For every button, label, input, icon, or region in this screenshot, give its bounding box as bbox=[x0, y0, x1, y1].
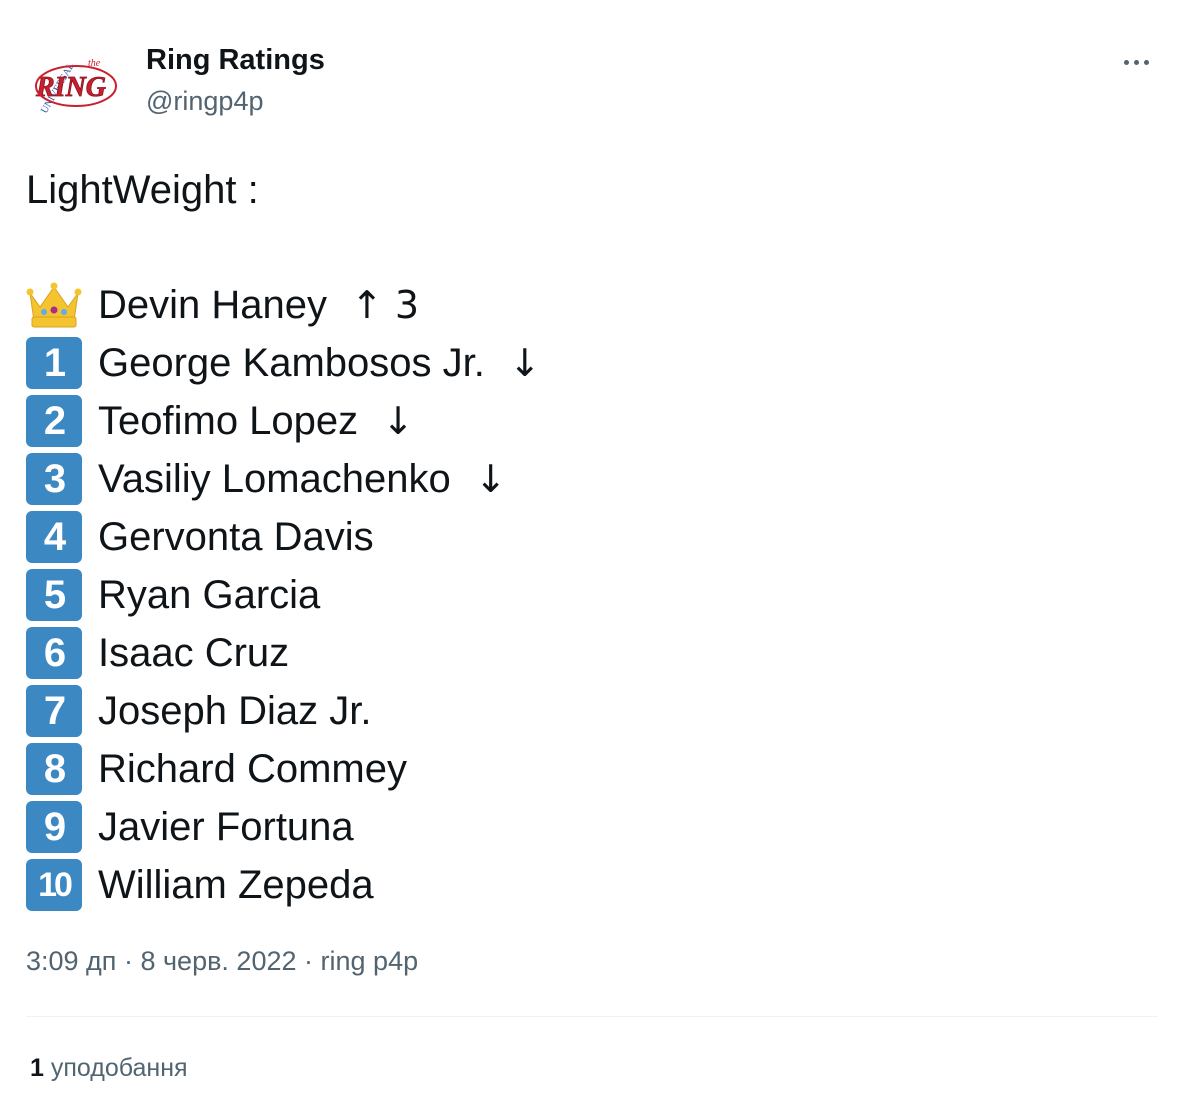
keycap-number-5-icon: 5 bbox=[26, 569, 82, 621]
ranking-row: 7 Joseph Diaz Jr. bbox=[26, 682, 1146, 740]
fighter-name: Teofimo Lopez bbox=[98, 398, 359, 443]
tweet-time-link[interactable]: 3:09 дп bbox=[26, 946, 116, 976]
rank-change: ↓ bbox=[474, 457, 507, 501]
ranking-row: 8 Richard Commey bbox=[26, 740, 1146, 798]
ranking-row-champion: Devin Haney ↑ 3 bbox=[26, 276, 1146, 334]
ranking-row: 2 Teofimo Lopez ↓ bbox=[26, 392, 1146, 450]
divider bbox=[26, 1016, 1158, 1017]
keycap-number-2-icon: 2 bbox=[26, 395, 82, 447]
keycap-number-3-icon: 3 bbox=[26, 453, 82, 505]
ring-magazine-logo-icon: UNIVERSAL the RING bbox=[35, 58, 117, 116]
author-display-name[interactable]: Ring Ratings bbox=[146, 44, 325, 77]
more-horizontal-icon bbox=[1123, 59, 1129, 65]
keycap-number-7-icon: 7 bbox=[26, 685, 82, 737]
fighter-name: George Kambosos Jr. bbox=[98, 340, 485, 385]
more-options-button[interactable] bbox=[1114, 44, 1158, 80]
likes-count-link[interactable]: 1 уподобання bbox=[30, 1054, 188, 1083]
ranking-row: 1 George Kambosos Jr. ↓ bbox=[26, 334, 1146, 392]
fighter-name: Devin Haney bbox=[98, 282, 328, 327]
crown-icon bbox=[26, 279, 82, 331]
rank-change: ↓ bbox=[382, 399, 414, 443]
tweet-header: UNIVERSAL the RING Ring Ratings @ringp4p bbox=[0, 0, 1184, 140]
fighter-name: Gervonta Davis bbox=[98, 514, 374, 559]
likes-count: 1 bbox=[30, 1054, 44, 1082]
tweet-source-link[interactable]: ring p4p bbox=[321, 946, 419, 976]
fighter-name: Javier Fortuna bbox=[98, 804, 354, 849]
rank-change: ↓ bbox=[508, 341, 541, 385]
fighter-name: Isaac Cruz bbox=[98, 630, 290, 675]
fighter-name: Richard Commey bbox=[98, 746, 407, 791]
keycap-number-6-icon: 6 bbox=[26, 627, 82, 679]
ranking-row: 6 Isaac Cruz bbox=[26, 624, 1146, 682]
fighter-name: Vasiliy Lomachenko bbox=[98, 456, 451, 501]
tweet-date-link[interactable]: 8 черв. 2022 bbox=[140, 946, 296, 976]
rankings-list: Devin Haney ↑ 3 1 George Kambosos Jr. ↓ … bbox=[26, 276, 1146, 914]
fighter-name: Joseph Diaz Jr. bbox=[98, 688, 372, 733]
keycap-number-8-icon: 8 bbox=[26, 743, 82, 795]
meta-separator: · bbox=[123, 946, 133, 976]
rank-change: ↑ 3 bbox=[351, 283, 420, 327]
keycap-number-10-icon: 10 bbox=[26, 859, 82, 911]
keycap-number-9-icon: 9 bbox=[26, 801, 82, 853]
ranking-row: 9 Javier Fortuna bbox=[26, 798, 1146, 856]
tweet-text: LightWeight : bbox=[26, 162, 1146, 218]
tweet-metadata: 3:09 дп · 8 черв. 2022 · ring p4p bbox=[26, 946, 418, 977]
keycap-number-4-icon: 4 bbox=[26, 511, 82, 563]
division-title: LightWeight : bbox=[26, 168, 259, 212]
ranking-row: 10 William Zepeda bbox=[26, 856, 1146, 914]
ranking-row: 3 Vasiliy Lomachenko ↓ bbox=[26, 450, 1146, 508]
keycap-number-1-icon: 1 bbox=[26, 337, 82, 389]
meta-separator: · bbox=[304, 946, 314, 976]
avatar[interactable]: UNIVERSAL the RING bbox=[26, 34, 122, 130]
author-handle[interactable]: @ringp4p bbox=[146, 86, 263, 117]
fighter-name: Ryan Garcia bbox=[98, 572, 321, 617]
ranking-row: 4 Gervonta Davis bbox=[26, 508, 1146, 566]
fighter-name: William Zepeda bbox=[98, 862, 374, 907]
ranking-row: 5 Ryan Garcia bbox=[26, 566, 1146, 624]
likes-label: уподобання bbox=[50, 1054, 188, 1082]
